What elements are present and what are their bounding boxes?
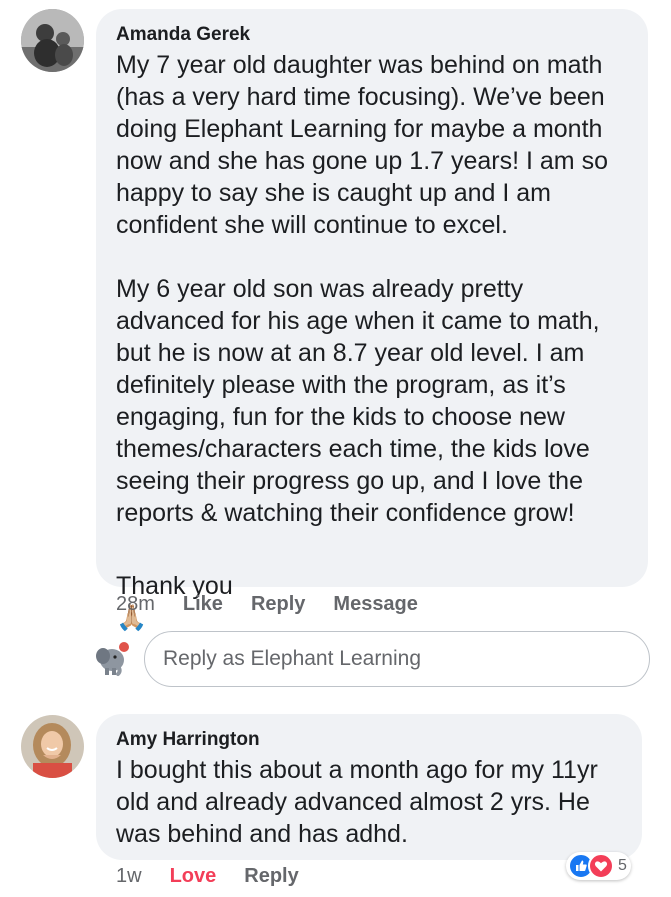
reply-button[interactable]: Reply: [244, 865, 298, 888]
comment-text: My 7 year old daughter was behind on mat…: [116, 51, 608, 527]
comment-text: I bought this about a month ago for my 1…: [116, 756, 598, 848]
comment-timestamp[interactable]: 28m: [116, 593, 155, 616]
comment-timestamp[interactable]: 1w: [116, 865, 142, 888]
comment-closing: Thank you 🙏🏼: [116, 538, 630, 634]
comment-bubble-amanda: Amanda Gerek My 7 year old daughter was …: [96, 9, 648, 632]
avatar-photo: [21, 715, 84, 778]
love-icon: [588, 853, 614, 879]
comment-actions: 1w Love Reply: [116, 865, 327, 888]
reaction-summary[interactable]: 5: [566, 852, 631, 880]
comment-actions: 28m Like Reply Message: [116, 593, 446, 616]
message-button[interactable]: Message: [333, 593, 418, 616]
comment-bubble-amy: Amy Harrington I bought this about a mon…: [96, 714, 642, 860]
reply-button[interactable]: Reply: [251, 593, 305, 616]
page-avatar-elephant: [92, 636, 134, 678]
comment-author[interactable]: Amy Harrington: [116, 728, 624, 752]
avatar-photo: [21, 9, 84, 72]
comment-author[interactable]: Amanda Gerek: [116, 23, 630, 47]
avatar-amanda-gerek[interactable]: [21, 9, 84, 72]
reply-input[interactable]: [144, 631, 650, 687]
elephant-icon: [96, 642, 129, 676]
reaction-count: 5: [618, 857, 627, 874]
love-reaction-button[interactable]: Love: [170, 865, 217, 888]
like-button[interactable]: Like: [183, 593, 223, 616]
avatar-amy-harrington[interactable]: [21, 715, 84, 778]
